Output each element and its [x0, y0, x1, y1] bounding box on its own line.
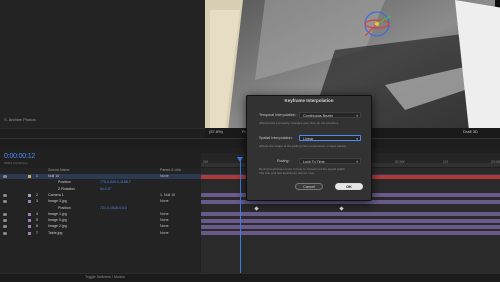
parent-dropdown[interactable]: None [160, 212, 169, 216]
property-name[interactable]: Z Rotation [58, 187, 75, 191]
project-panel-tab[interactable]: S. Archive Photos [4, 117, 36, 122]
property-name[interactable]: Position [58, 180, 71, 184]
current-timecode[interactable]: 0:00:00:12 [4, 153, 35, 160]
parent-dropdown[interactable]: None [160, 231, 169, 235]
layer-number: 2 [36, 192, 38, 197]
label-color-swatch[interactable] [28, 219, 31, 223]
roving-select-value: Lock To Time [303, 159, 325, 164]
temporal-label: Temporal Interpolation: [259, 113, 297, 117]
layer-row[interactable]: 6 Image 2.jpg None [0, 224, 500, 229]
layer-number: 4 [36, 211, 38, 216]
parent-dropdown[interactable]: None [160, 218, 169, 222]
toggle-switches-modes[interactable]: Toggle Switches / Modes [85, 275, 125, 279]
chevron-down-icon: ▾ [356, 113, 358, 118]
layer-number: 1 [36, 174, 38, 178]
ruler-tick-label: 02:00f [395, 160, 405, 164]
keyframe-interpolation-dialog: Keyframe Interpolation Temporal Interpol… [246, 95, 372, 201]
cancel-button[interactable]: Cancel [295, 183, 323, 190]
property-name[interactable]: Position [58, 206, 71, 210]
eye-icon[interactable] [3, 231, 7, 235]
roving-label: Roving: [277, 159, 290, 163]
eye-icon[interactable] [3, 175, 7, 178]
layer-name[interactable]: Image 3.jpg [48, 199, 67, 203]
layer-row[interactable]: 7 Table.jpg None [0, 231, 500, 236]
layer-number: 6 [36, 224, 38, 229]
eye-icon[interactable] [3, 212, 7, 216]
layer-number: 3 [36, 199, 38, 204]
ok-button[interactable]: OK [335, 183, 363, 190]
layer-name[interactable]: Null 10 [48, 174, 59, 178]
eye-icon[interactable] [3, 193, 7, 197]
spatial-label: Spatial Interpolation: [259, 136, 293, 140]
layer-name[interactable]: Image 5.jpg [48, 218, 67, 222]
eye-icon[interactable] [3, 219, 7, 223]
label-color-swatch[interactable] [28, 212, 31, 216]
label-color-swatch[interactable] [28, 175, 31, 178]
eye-icon[interactable] [3, 200, 7, 204]
playhead-handle[interactable] [237, 157, 243, 162]
roving-note-2: The first and last keyframes cannot rove… [259, 171, 315, 175]
layer-duration-bar[interactable] [201, 224, 500, 229]
parent-dropdown[interactable]: None [160, 199, 169, 203]
chevron-down-icon: ▾ [356, 159, 358, 164]
roving-select[interactable]: Lock To Time ▾ [299, 157, 361, 164]
temporal-select[interactable]: Continuous Bezier ▾ [299, 111, 361, 118]
property-value[interactable]: 721.0,1518.0,0.0 [100, 206, 127, 210]
property-value[interactable]: 775.0,540.0,1188.7 [100, 180, 131, 184]
ruler-tick-label: 00f [203, 160, 208, 164]
layer-duration-bar[interactable] [201, 218, 500, 223]
playhead-line[interactable] [240, 160, 241, 278]
keyframe-marker[interactable] [254, 205, 259, 211]
keyframe-marker[interactable] [339, 205, 344, 211]
layer-name[interactable]: Image 2.jpg [48, 224, 67, 228]
layer-duration-bar[interactable] [201, 212, 500, 217]
label-color-swatch[interactable] [28, 225, 31, 229]
project-footer-bar [0, 128, 205, 138]
layer-name[interactable]: Image 1.jpg [48, 212, 67, 216]
parent-dropdown[interactable]: None [160, 224, 169, 228]
renderer-dropdown[interactable]: Draft 3D [463, 129, 478, 134]
parent-dropdown[interactable]: None [160, 174, 169, 178]
label-color-swatch[interactable] [28, 200, 31, 204]
source-name-header[interactable]: Source Name [48, 168, 69, 172]
layer-number: 7 [36, 230, 38, 235]
layer-name[interactable]: Camera 1 [48, 193, 64, 197]
layer-row[interactable]: 5 Image 5.jpg None [0, 218, 500, 223]
spatial-note: Affects the shape of the path (in the co… [259, 144, 347, 148]
eye-icon[interactable] [3, 225, 7, 229]
ruler-tick-label: 12f [443, 160, 448, 164]
spatial-select[interactable]: Linear ▾ [299, 134, 361, 141]
timecode-frames: 00012 (24.00 fps) [4, 161, 28, 165]
project-panel [0, 0, 205, 128]
temporal-note: Affects how a property changes over time… [259, 121, 339, 125]
chevron-down-icon: ▾ [356, 136, 358, 141]
layer-number: 5 [36, 218, 38, 223]
dialog-title: Keyframe Interpolation [284, 98, 334, 103]
property-row[interactable]: Position 721.0,1518.0,0.0 [0, 206, 500, 211]
parent-dropdown[interactable]: 1. Null 10 [160, 193, 175, 197]
spatial-select-value: Linear [303, 136, 314, 141]
label-color-swatch[interactable] [28, 193, 31, 197]
ruler-tick-label: 03:00f [491, 160, 500, 164]
property-value[interactable]: 0x-0.0° [100, 187, 111, 191]
temporal-select-value: Continuous Bezier [303, 113, 334, 118]
parent-link-header[interactable]: Parent & Link [160, 168, 181, 172]
layer-name[interactable]: Table.jpg [48, 231, 62, 235]
zoom-dropdown[interactable]: (57.8%) [209, 129, 223, 134]
label-color-swatch[interactable] [28, 231, 31, 235]
layer-row[interactable]: 4 Image 1.jpg None [0, 212, 500, 217]
layer-duration-bar[interactable] [201, 231, 500, 236]
